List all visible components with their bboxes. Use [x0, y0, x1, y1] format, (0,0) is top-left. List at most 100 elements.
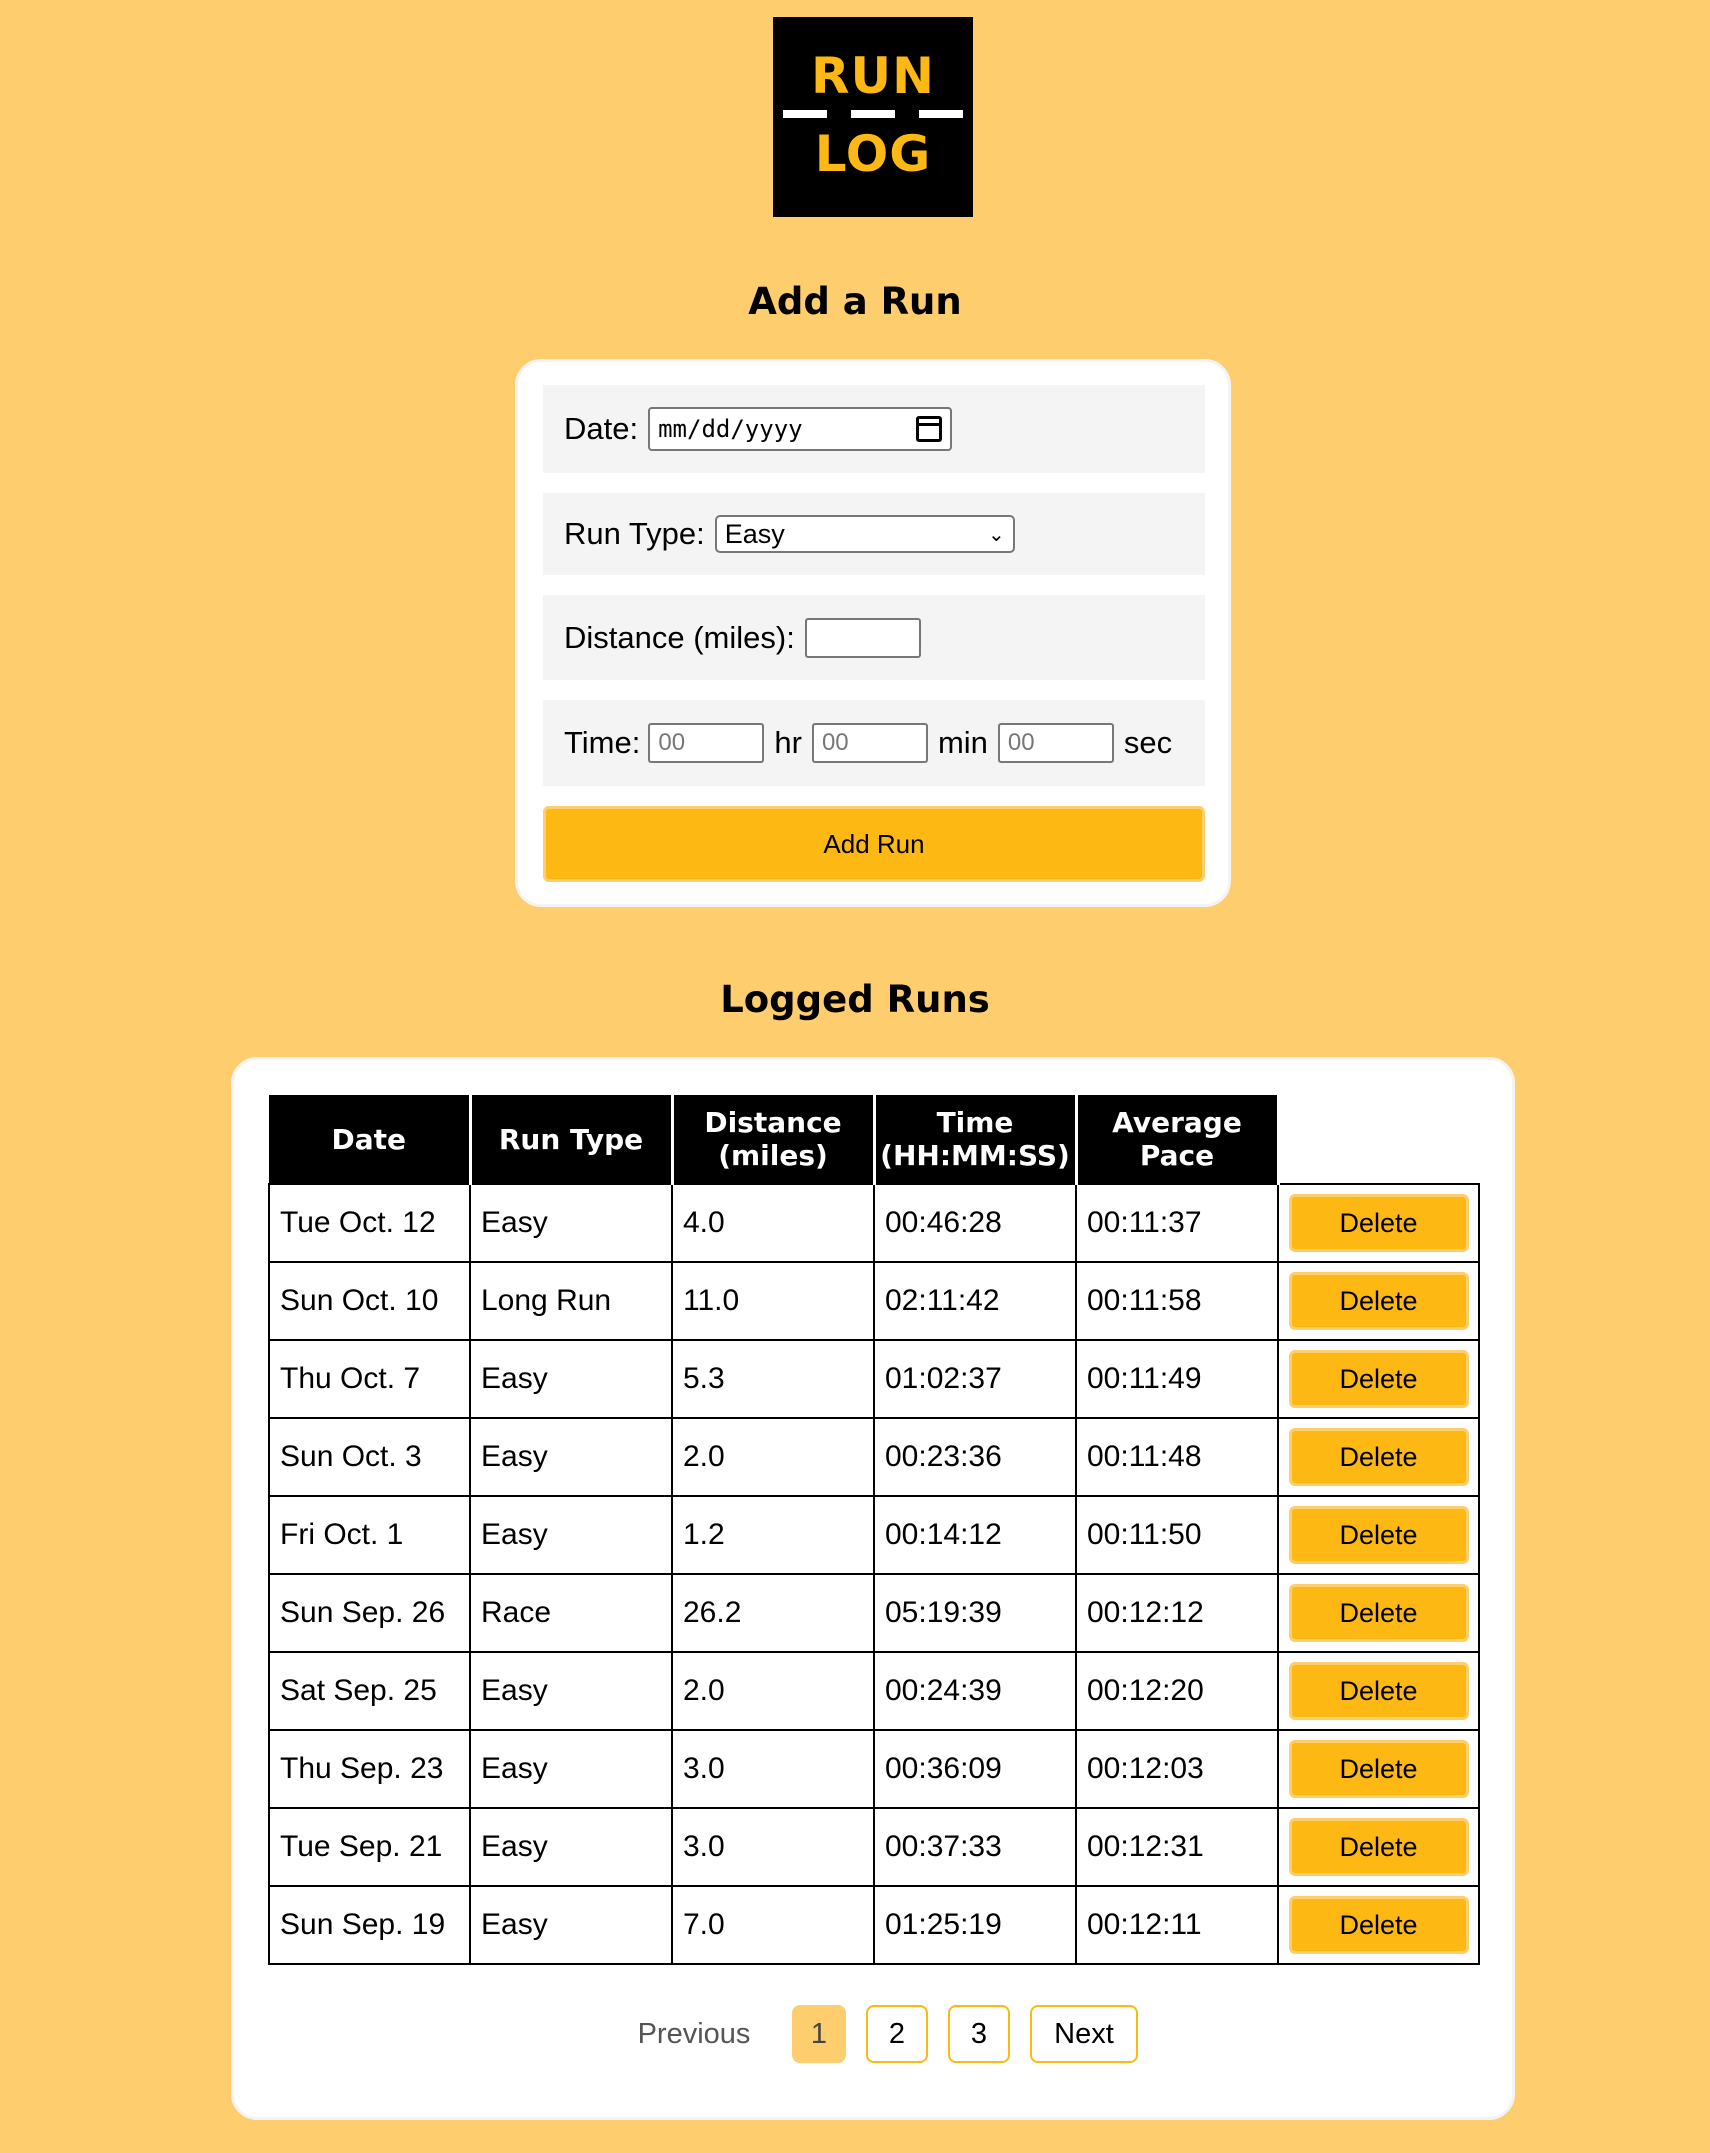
logo-word-log: LOG: [814, 125, 932, 183]
cell-time: 05:19:39: [873, 1573, 1077, 1653]
cell-average-pace: 00:11:37: [1075, 1183, 1279, 1263]
delete-button[interactable]: Delete: [1288, 1272, 1469, 1330]
delete-button[interactable]: Delete: [1288, 1506, 1469, 1564]
runs-table: Date Run Type Distance (miles) Time (HH:MM…: [268, 1095, 1480, 1965]
cell-time: 00:46:28: [873, 1183, 1077, 1263]
cell-distance: 4.0: [671, 1183, 875, 1263]
table-row: Tue Oct. 12 Easy 4.0 00:46:28 00:11:37 Delete: [268, 1183, 1480, 1263]
cell-average-pace: 00:11:50: [1075, 1495, 1279, 1575]
cell-actions: Delete: [1277, 1651, 1480, 1731]
delete-button[interactable]: Delete: [1288, 1740, 1469, 1798]
delete-button[interactable]: Delete: [1288, 1896, 1469, 1954]
cell-distance: 5.3: [671, 1339, 875, 1419]
date-label: Date:: [564, 411, 639, 446]
logo-word-run: RUN: [811, 47, 935, 105]
cell-average-pace: 00:11:49: [1075, 1339, 1279, 1419]
run-log-logo: RUN LOG: [773, 17, 973, 217]
cell-distance: 3.0: [671, 1807, 875, 1887]
cell-time: 00:36:09: [873, 1729, 1077, 1809]
run-type-select[interactable]: Easy ⌄: [714, 515, 1015, 553]
delete-button[interactable]: Delete: [1288, 1194, 1469, 1252]
logo-dash: [783, 110, 827, 118]
run-type-value: Easy: [724, 518, 785, 549]
delete-button[interactable]: Delete: [1288, 1818, 1469, 1876]
page-1-button[interactable]: 1: [792, 2005, 846, 2063]
cell-date: Thu Oct. 7: [268, 1339, 471, 1419]
date-placeholder: mm/dd/yyyy: [658, 415, 803, 443]
cell-run-type: Race: [469, 1573, 673, 1653]
cell-run-type: Easy: [469, 1183, 673, 1263]
previous-button[interactable]: Previous: [624, 2005, 764, 2063]
cell-date: Sun Oct. 3: [268, 1417, 471, 1497]
cell-average-pace: 00:12:20: [1075, 1651, 1279, 1731]
page-2-button[interactable]: 2: [866, 2005, 928, 2063]
distance-input[interactable]: [804, 617, 921, 658]
cell-actions: Delete: [1277, 1729, 1480, 1809]
delete-button[interactable]: Delete: [1288, 1584, 1469, 1642]
cell-average-pace: 00:11:58: [1075, 1261, 1279, 1341]
cell-date: Fri Oct. 1: [268, 1495, 471, 1575]
cell-date: Tue Sep. 21: [268, 1807, 471, 1887]
delete-button[interactable]: Delete: [1288, 1662, 1469, 1720]
minutes-input[interactable]: 00: [811, 723, 928, 763]
page-3-button[interactable]: 3: [948, 2005, 1010, 2063]
time-row: Time: 00 hr 00 min 00 sec: [543, 700, 1205, 786]
delete-button[interactable]: Delete: [1288, 1428, 1469, 1486]
calendar-icon[interactable]: [916, 416, 943, 442]
cell-average-pace: 00:12:12: [1075, 1573, 1279, 1653]
cell-actions: Delete: [1277, 1495, 1480, 1575]
table-row: Sun Sep. 26 Race 26.2 05:19:39 00:12:12 Delet…: [268, 1573, 1480, 1653]
cell-actions: Delete: [1277, 1261, 1480, 1341]
cell-average-pace: 00:12:31: [1075, 1807, 1279, 1887]
next-button[interactable]: Next: [1030, 2005, 1138, 2063]
add-run-button[interactable]: Add Run: [543, 806, 1205, 882]
delete-button[interactable]: Delete: [1288, 1350, 1469, 1408]
cell-date: Thu Sep. 23: [268, 1729, 471, 1809]
cell-actions: Delete: [1277, 1183, 1480, 1263]
cell-distance: 1.2: [671, 1495, 875, 1575]
cell-actions: Delete: [1277, 1573, 1480, 1653]
cell-average-pace: 00:11:48: [1075, 1417, 1279, 1497]
header-date: Date: [269, 1095, 470, 1184]
add-run-form: Date: mm/dd/yyyy Run Type: Easy ⌄ Distan…: [515, 359, 1231, 907]
header-run-type: Run Type: [468, 1095, 672, 1184]
cell-date: Sun Oct. 10: [268, 1261, 471, 1341]
cell-average-pace: 00:12:11: [1075, 1885, 1279, 1965]
table-row: Thu Oct. 7 Easy 5.3 01:02:37 00:11:49 Delete: [268, 1339, 1480, 1419]
seconds-unit-label: sec: [1123, 725, 1173, 760]
header-average-pace: Average Pace: [1074, 1095, 1278, 1184]
cell-time: 00:37:33: [873, 1807, 1077, 1887]
cell-distance: 2.0: [671, 1651, 875, 1731]
cell-time: 00:23:36: [873, 1417, 1077, 1497]
cell-distance: 26.2: [671, 1573, 875, 1653]
cell-average-pace: 00:12:03: [1075, 1729, 1279, 1809]
date-input[interactable]: mm/dd/yyyy: [648, 407, 953, 451]
header-actions: [1276, 1095, 1479, 1184]
pagination: Previous 1 2 3 Next: [234, 2005, 1512, 2065]
minutes-unit-label: min: [937, 725, 988, 760]
table-row: Sat Sep. 25 Easy 2.0 00:24:39 00:12:20 Delete: [268, 1651, 1480, 1731]
cell-actions: Delete: [1277, 1339, 1480, 1419]
time-label: Time:: [564, 725, 641, 760]
cell-run-type: Easy: [469, 1417, 673, 1497]
logo-dash: [919, 110, 963, 118]
table-header-row: Date Run Type Distance (miles) Time (HH:MM…: [269, 1095, 1479, 1184]
cell-run-type: Easy: [469, 1807, 673, 1887]
hours-input[interactable]: 00: [648, 723, 765, 763]
table-row: Fri Oct. 1 Easy 1.2 00:14:12 00:11:50 Delete: [268, 1495, 1480, 1575]
table-row: Tue Sep. 21 Easy 3.0 00:37:33 00:12:31 Delete: [268, 1807, 1480, 1887]
cell-time: 00:14:12: [873, 1495, 1077, 1575]
cell-actions: Delete: [1277, 1807, 1480, 1887]
distance-row: Distance (miles):: [543, 595, 1205, 680]
cell-run-type: Easy: [469, 1885, 673, 1965]
cell-run-type: Easy: [469, 1651, 673, 1731]
table-row: Sun Sep. 19 Easy 7.0 01:25:19 00:12:11 Delete: [268, 1885, 1480, 1965]
add-run-title: Add a Run: [748, 280, 962, 323]
seconds-input[interactable]: 00: [997, 723, 1114, 763]
cell-date: Tue Oct. 12: [268, 1183, 471, 1263]
cell-distance: 7.0: [671, 1885, 875, 1965]
distance-label: Distance (miles):: [564, 619, 795, 655]
cell-date: Sun Sep. 19: [268, 1885, 471, 1965]
cell-run-type: Easy: [469, 1339, 673, 1419]
table-row: Thu Sep. 23 Easy 3.0 00:36:09 00:12:03 Delete: [268, 1729, 1480, 1809]
